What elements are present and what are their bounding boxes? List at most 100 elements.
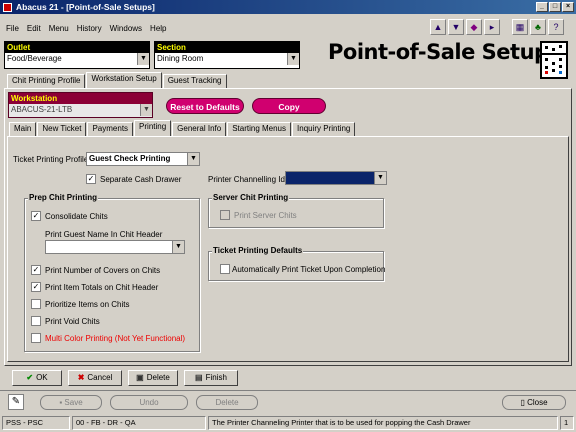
status-code: 00 - FB - DR - QA xyxy=(72,416,206,430)
checkmark-icon: ✔ xyxy=(26,373,34,382)
close-button[interactable]: ▯ Close xyxy=(502,395,566,410)
tab-guest-tracking[interactable]: Guest Tracking xyxy=(162,74,227,88)
chevron-down-icon[interactable]: ▼ xyxy=(287,53,299,65)
multi-color-checkbox[interactable] xyxy=(31,333,41,343)
bottom-delete-button[interactable]: Delete xyxy=(196,395,258,410)
menu-windows[interactable]: Windows xyxy=(110,24,142,33)
outlet-select[interactable]: Food/Beverage ▼ xyxy=(5,53,149,67)
delete-button[interactable]: ▣ Delete xyxy=(128,370,178,386)
save-button[interactable]: ▪ Save xyxy=(40,395,102,410)
separate-cash-drawer-label: Separate Cash Drawer xyxy=(100,175,182,184)
workstation-box: Workstation ABACUS-21-LTB ▼ xyxy=(8,92,153,118)
menu-edit[interactable]: Edit xyxy=(27,24,41,33)
auto-print-checkbox[interactable] xyxy=(220,264,230,274)
section-label: Section xyxy=(155,42,299,53)
ticket-profile-label: Ticket Printing Profile xyxy=(13,155,89,164)
outlet-box: Outlet Food/Beverage ▼ xyxy=(4,41,150,69)
x-icon: ✖ xyxy=(77,373,85,382)
reset-to-defaults-button[interactable]: Reset to Defaults xyxy=(166,98,244,114)
section-select[interactable]: Dining Room ▼ xyxy=(155,53,299,67)
separate-cash-drawer-checkbox[interactable]: ✓ xyxy=(86,174,96,184)
prep-chit-title: Prep Chit Printing xyxy=(28,193,98,202)
prioritize-items-checkbox[interactable] xyxy=(31,299,41,309)
divider xyxy=(0,390,576,391)
tab-starting-menus[interactable]: Starting Menus xyxy=(227,122,292,136)
printer-channelling-label: Printer Channelling Id xyxy=(208,175,285,184)
copy-button[interactable]: Copy xyxy=(252,98,326,114)
workstation-label: Workstation xyxy=(9,93,152,104)
calculator-icon[interactable]: ▦ xyxy=(512,19,528,35)
prioritize-items-label: Prioritize Items on Chits xyxy=(45,300,130,309)
void-chits-label: Print Void Chits xyxy=(45,317,100,326)
arrow-up-icon[interactable]: ▲ xyxy=(430,19,446,35)
printer-icon: ▤ xyxy=(195,373,203,382)
menu-history[interactable]: History xyxy=(77,24,102,33)
menu-menu[interactable]: Menu xyxy=(49,24,69,33)
minimize-button[interactable]: _ xyxy=(536,2,548,12)
chevron-down-icon[interactable]: ▼ xyxy=(187,153,199,165)
printer-channelling-select[interactable]: ▼ xyxy=(285,171,387,185)
section-box: Section Dining Room ▼ xyxy=(154,41,300,69)
toolbar: ▲ ▼ ◆ ▸ xyxy=(430,19,500,39)
item-totals-checkbox[interactable]: ✓ xyxy=(31,282,41,292)
section-value: Dining Room xyxy=(157,54,204,63)
workstation-select[interactable]: ABACUS-21-LTB ▼ xyxy=(9,104,152,117)
item-totals-label: Print Item Totals on Chit Header xyxy=(45,283,159,292)
tab-payments[interactable]: Payments xyxy=(87,122,134,136)
chevron-down-icon[interactable]: ▼ xyxy=(374,172,386,184)
abacus-logo-icon xyxy=(540,41,568,79)
maximize-button[interactable]: □ xyxy=(549,2,561,12)
window-title: Abacus 21 - [Point-of-Sale Setups] xyxy=(16,2,155,12)
ticket-profile-select[interactable]: Guest Check Printing ▼ xyxy=(86,152,200,166)
ticket-defaults-title: Ticket Printing Defaults xyxy=(212,246,304,255)
arrow-down-icon[interactable]: ▼ xyxy=(448,19,464,35)
outlet-value: Food/Beverage xyxy=(7,54,62,63)
title-bar: Abacus 21 - [Point-of-Sale Setups] _ □ × xyxy=(0,0,576,14)
void-chits-checkbox[interactable] xyxy=(31,316,41,326)
workstation-value: ABACUS-21-LTB xyxy=(11,105,73,114)
app-window: Abacus 21 - [Point-of-Sale Setups] _ □ ×… xyxy=(0,0,576,432)
tab-general-info[interactable]: General Info xyxy=(172,122,227,136)
guest-name-select[interactable]: ▼ xyxy=(45,240,185,254)
guest-name-label: Print Guest Name In Chit Header xyxy=(45,230,163,239)
menu-file[interactable]: File xyxy=(6,24,19,33)
tab-printing[interactable]: Printing xyxy=(134,120,172,136)
print-server-chits-checkbox[interactable] xyxy=(220,210,230,220)
print-covers-label: Print Number of Covers on Chits xyxy=(45,266,161,275)
menu-help[interactable]: Help xyxy=(150,24,166,33)
undo-button[interactable]: Undo xyxy=(110,395,188,410)
server-chit-title: Server Chit Printing xyxy=(212,193,290,202)
cancel-button[interactable]: ✖ Cancel xyxy=(68,370,122,386)
tab-inquiry-printing[interactable]: Inquiry Printing xyxy=(292,122,356,136)
print-server-chits-label: Print Server Chits xyxy=(234,211,297,220)
trash-icon: ▣ xyxy=(136,373,144,382)
toolbar-right: ▦ ♣ ? xyxy=(512,19,564,39)
chevron-down-icon[interactable]: ▼ xyxy=(137,53,149,65)
consolidate-chits-checkbox[interactable]: ✓ xyxy=(31,211,41,221)
status-page: 1 xyxy=(560,416,574,430)
consolidate-chits-label: Consolidate Chits xyxy=(45,212,108,221)
ok-button[interactable]: ✔ OK xyxy=(12,370,62,386)
app-icon xyxy=(3,3,12,12)
person-icon[interactable]: ♣ xyxy=(530,19,546,35)
print-covers-checkbox[interactable]: ✓ xyxy=(31,265,41,275)
finish-button[interactable]: ▤ Finish xyxy=(184,370,238,386)
status-mode: PSS - PSC xyxy=(2,416,70,430)
chevron-down-icon[interactable]: ▼ xyxy=(140,104,152,116)
notepad-icon[interactable]: ✎ xyxy=(8,394,24,410)
help-icon[interactable]: ? xyxy=(548,19,564,35)
top-tabs: Chit Printing Profile Workstation Setup … xyxy=(7,72,228,88)
outlet-label: Outlet xyxy=(5,42,149,53)
record-icon[interactable]: ◆ xyxy=(466,19,482,35)
tab-chit-printing-profile[interactable]: Chit Printing Profile xyxy=(7,74,86,88)
ticket-profile-value: Guest Check Printing xyxy=(89,154,171,163)
tab-new-ticket[interactable]: New Ticket xyxy=(37,122,87,136)
expand-icon[interactable]: ▸ xyxy=(484,19,500,35)
close-window-button[interactable]: × xyxy=(562,2,574,12)
tab-workstation-setup[interactable]: Workstation Setup xyxy=(86,72,162,88)
prep-chit-group xyxy=(24,198,200,352)
page-title: Point-of-Sale Setups xyxy=(328,40,561,64)
auto-print-label: Automatically Print Ticket Upon Completi… xyxy=(232,265,386,274)
chevron-down-icon[interactable]: ▼ xyxy=(172,241,184,253)
tab-main[interactable]: Main xyxy=(9,122,37,136)
